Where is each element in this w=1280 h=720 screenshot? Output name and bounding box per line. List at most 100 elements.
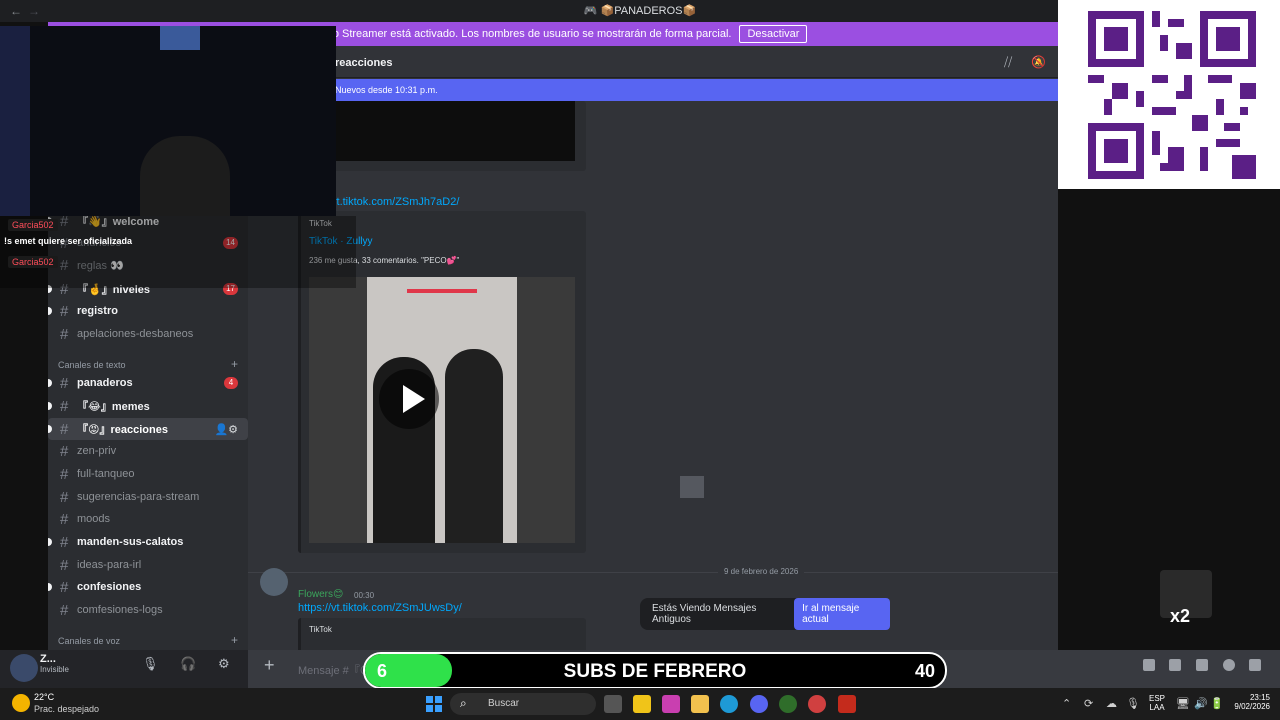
mention-badge: 4 [224, 377, 238, 389]
file-explorer-icon[interactable] [691, 695, 709, 713]
chrome-icon[interactable] [808, 695, 826, 713]
microphone-icon[interactable]: 🎙 [142, 656, 159, 672]
clock[interactable]: 23:15 9/02/2026 [1230, 693, 1270, 711]
old-messages-notice: Estás Viendo Mensajes Antiguos Ir al men… [640, 598, 890, 630]
subs-goal-current: 6 [377, 661, 388, 681]
sticker-icon[interactable] [1196, 659, 1208, 671]
hash-icon: # [60, 325, 69, 343]
message-author[interactable]: Flowers😊 [298, 589, 343, 600]
channel-zen-priv[interactable]: # zen-priv [48, 440, 248, 462]
channel-memes[interactable]: # 『😂』memes [48, 395, 248, 417]
channel-moods[interactable]: # moods [48, 508, 248, 530]
copilot-icon[interactable] [662, 695, 680, 713]
hash-icon: # [60, 601, 69, 619]
taskbar-search[interactable]: ⌕ Buscar [450, 693, 596, 715]
unread-indicator [48, 425, 52, 433]
hash-icon: # [60, 488, 69, 506]
alert-username-1: Garcia502 [8, 219, 58, 231]
channel-sugerencias[interactable]: # sugerencias-para-stream [48, 486, 248, 508]
channel-label: 『😂』memes [77, 401, 150, 413]
channel-apelaciones[interactable]: # apelaciones-desbaneos [48, 323, 248, 345]
channel-settings-icon[interactable]: 👤⚙ [214, 423, 238, 436]
channel-comfesiones-logs[interactable]: # comfesiones-logs [48, 599, 248, 621]
channel-label: 『😡』reacciones [77, 424, 168, 436]
battery-icon[interactable]: 🔋 [1210, 697, 1224, 710]
message-avatar[interactable] [260, 568, 288, 596]
tray-mic-icon[interactable]: 🎙 [1126, 697, 1140, 710]
hash-icon: # [60, 510, 69, 528]
apps-icon[interactable] [1249, 659, 1261, 671]
hash-icon: # [60, 420, 69, 438]
new-messages-bar[interactable]: Nuevos desde 10:31 p.m. [248, 79, 1058, 101]
gear-icon[interactable]: ⚙ [218, 656, 230, 672]
channel-label: panaderos [77, 377, 133, 389]
unread-indicator [48, 538, 52, 546]
gif-icon[interactable] [1169, 659, 1181, 671]
user-name: Z... [40, 653, 56, 665]
category-text-channels[interactable]: Canales de texto [58, 360, 126, 370]
user-panel: Z... Invisible 🎙 🎧 ⚙ [0, 650, 248, 688]
avatar[interactable] [10, 654, 38, 682]
language-top: ESP [1149, 694, 1166, 703]
deactivate-streamer-button[interactable]: Desactivar [739, 25, 808, 43]
channel-label: manden-sus-calatos [77, 536, 184, 548]
edge-icon[interactable] [720, 695, 738, 713]
task-view-icon[interactable] [604, 695, 622, 713]
user-status: Invisible [40, 665, 69, 674]
channel-reacciones[interactable]: # 『😡』reacciones 👤⚙ [48, 418, 248, 440]
hash-icon: # [60, 442, 69, 460]
unread-indicator [48, 583, 52, 591]
tray-chevron-icon[interactable]: ⌃ [1062, 697, 1071, 710]
gift-icon[interactable] [1143, 659, 1155, 671]
tray-sync-icon[interactable]: ⟳ [1084, 697, 1093, 710]
mute-bell-icon[interactable]: 🔕 [1031, 55, 1046, 69]
volume-icon[interactable]: 🔊 [1194, 697, 1208, 710]
alert-message: !s emet quiere ser oficializada [4, 236, 133, 246]
headphones-icon[interactable]: 🎧 [180, 656, 196, 672]
webcam-wall-light [0, 26, 30, 216]
webcam-poster [160, 26, 200, 50]
small-image-icon [680, 476, 704, 498]
channel-label: ideas-para-irl [77, 559, 142, 571]
channel-panaderos[interactable]: # panaderos 4 [48, 372, 248, 394]
video-player[interactable] [309, 277, 575, 543]
channel-header: reacciones ⧸⧸ 🔕 [248, 46, 1058, 78]
date-divider [248, 572, 1058, 573]
webcam-person [140, 136, 230, 216]
weather-icon[interactable] [12, 694, 30, 712]
emoji-icon[interactable] [1223, 659, 1235, 671]
discord-icon[interactable] [750, 695, 768, 713]
store-icon[interactable] [633, 695, 651, 713]
channel-manden[interactable]: # manden-sus-calatos [48, 531, 248, 553]
channel-confesiones[interactable]: # confesiones [48, 576, 248, 598]
category-voice-channels[interactable]: Canales de voz [58, 636, 120, 646]
channel-label: sugerencias-para-stream [77, 491, 200, 503]
channel-ideas[interactable]: # ideas-para-irl [48, 554, 248, 576]
network-icon[interactable]: 🖥 [1176, 697, 1190, 710]
language-indicator[interactable]: ESP LAA [1149, 694, 1165, 712]
chat-alert-overlay: Garcia502 !s emet quiere ser oficializad… [0, 216, 356, 288]
hash-icon: # [60, 465, 69, 483]
clock-time: 23:15 [1249, 693, 1270, 702]
subs-goal-bar: SUBS DE FEBRERO 6 40 [363, 652, 947, 689]
unread-indicator [48, 307, 52, 315]
play-icon[interactable] [379, 369, 439, 429]
channel-full-tanqueo[interactable]: # full-tanqueo [48, 463, 248, 485]
unread-indicator [48, 379, 52, 387]
jump-to-present-button[interactable]: Ir al mensaje actual [794, 598, 890, 630]
sticker-multiplier: x2 [1170, 606, 1191, 626]
add-voice-channel-icon[interactable]: + [231, 633, 238, 647]
hash-icon: # [60, 578, 69, 596]
threads-icon[interactable]: ⧸⧸ [1004, 55, 1012, 70]
video-thumbnail[interactable] [309, 101, 575, 161]
weather-temperature: 22°C [34, 692, 55, 702]
tiktok-link-2[interactable]: https://vt.tiktok.com/ZSmJUwsDy/ [298, 602, 462, 614]
attach-plus-icon[interactable]: + [264, 655, 275, 676]
add-channel-icon[interactable]: + [231, 357, 238, 371]
windows-start-icon[interactable] [426, 696, 442, 712]
channel-registro[interactable]: # registro [48, 300, 248, 322]
app-icon[interactable] [779, 695, 797, 713]
tray-cloud-icon[interactable]: ☁ [1106, 697, 1117, 710]
embed-provider: TikTok [309, 625, 332, 634]
tiktok-app-icon[interactable] [838, 695, 856, 713]
